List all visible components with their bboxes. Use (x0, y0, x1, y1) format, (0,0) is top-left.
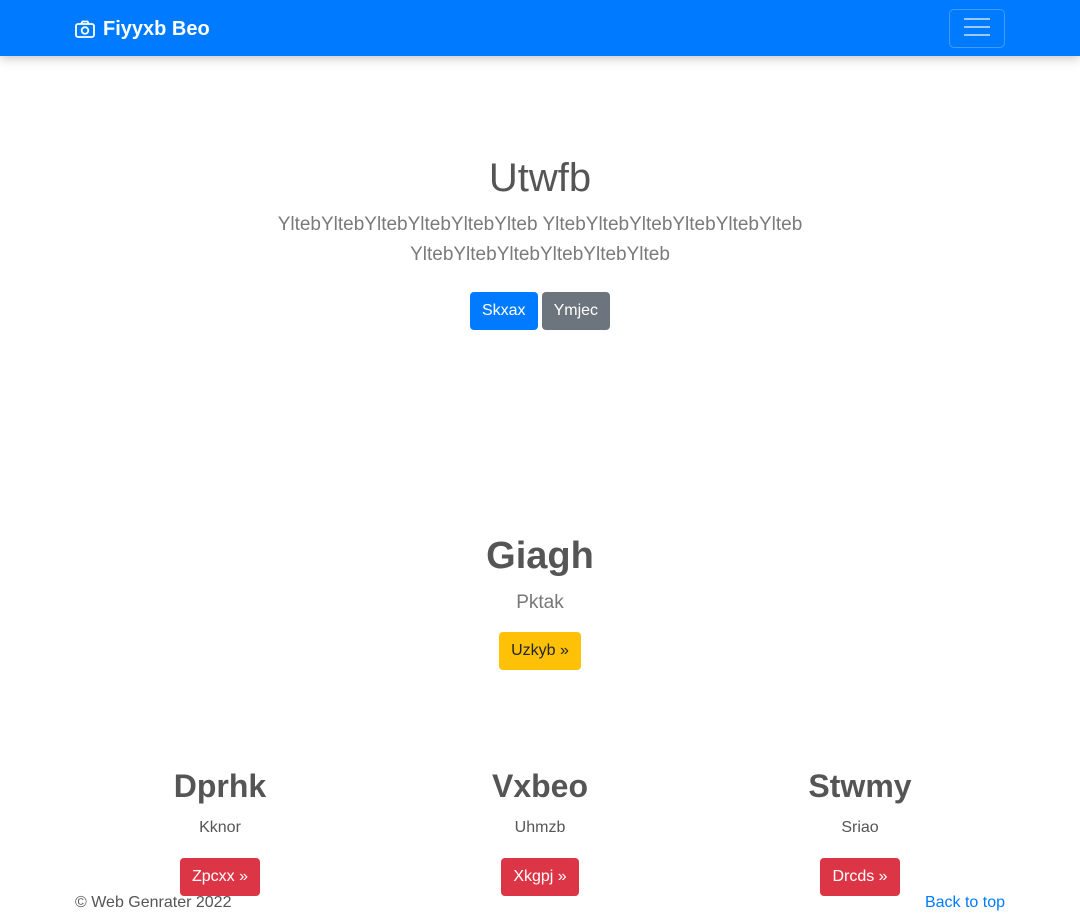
feature-button-wrap: Uzkyb » (0, 632, 1080, 670)
column-title: Vxbeo (491, 768, 589, 804)
hero-title: Utwfb (488, 156, 592, 200)
hero-secondary-button[interactable]: Ymjec (541, 292, 611, 330)
hamburger-menu-icon (963, 16, 991, 41)
column-1: Dprhk Kknor Zpcxx » (60, 764, 380, 896)
hero-primary-button[interactable]: Skxax (469, 292, 538, 330)
column-2-button[interactable]: Xkgpj » (501, 858, 579, 896)
column-1-button[interactable]: Zpcxx » (179, 858, 260, 896)
column-text: Kknor (199, 819, 241, 836)
column-3: Stwmy Sriao Drcds » (700, 764, 1020, 896)
column-2: Vxbeo Uhmzb Xkgpj » (380, 764, 700, 896)
brand-name: Fiyyxb Beo (103, 17, 210, 40)
feature-title: Giagh (486, 535, 594, 577)
column-3-button[interactable]: Drcds » (820, 858, 900, 896)
camera-icon (75, 20, 95, 38)
feature-text: Pktak (516, 592, 564, 613)
navbar: Fiyyxb Beo (0, 0, 1080, 56)
back-to-top-link[interactable]: Back to top (925, 892, 1005, 914)
hero-lead: YltebYltebYltebYltebYltebYlteb YltebYlte… (277, 214, 803, 265)
column-text: Sriao (841, 819, 879, 836)
footer-copyright: © Web Genrater 2022 (75, 894, 232, 911)
feature-button[interactable]: Uzkyb » (499, 632, 581, 670)
column-title: Dprhk (173, 768, 267, 804)
hero-buttons: Skxax Ymjec (0, 292, 1080, 330)
navbar-toggler-button[interactable] (949, 9, 1005, 48)
column-text: Uhmzb (514, 819, 566, 836)
column-title: Stwmy (808, 768, 912, 804)
brand-link[interactable]: Fiyyxb Beo (75, 16, 210, 42)
